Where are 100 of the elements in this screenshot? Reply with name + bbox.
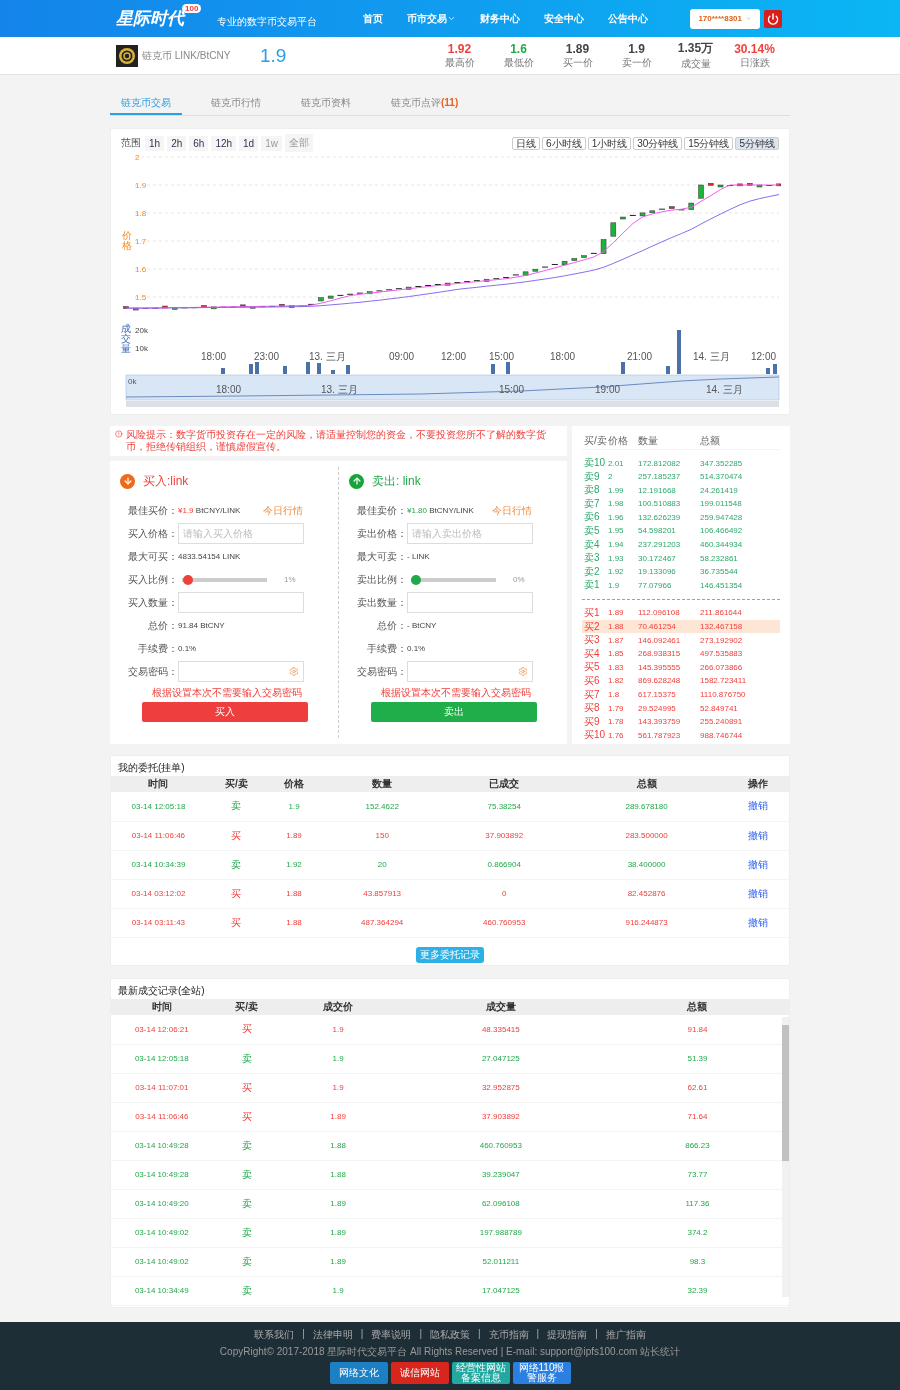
range-button[interactable]: 12h [211, 135, 237, 151]
order-book-row[interactable]: 卖7 1.98 100.510883 199.011548 [582, 496, 780, 511]
cancel-link[interactable]: 撤销 [748, 829, 769, 841]
range-button[interactable]: 6h [189, 135, 209, 151]
order-book-row[interactable]: 卖1 1.9 77.07966 146.451354 [582, 578, 780, 592]
order-book-row[interactable]: 买7 1.8 617.15375 1110.876750 [582, 687, 780, 702]
period-button[interactable]: 6小时线 [542, 136, 586, 150]
slider-thumb[interactable] [411, 574, 421, 585]
order-book-row[interactable]: 卖2 1.92 19.133096 36.735544 [582, 564, 780, 579]
order-book-row[interactable]: 卖10 2.01 172.812082 347.352285 [582, 456, 780, 470]
volume-bar [306, 362, 310, 374]
more-orders-button[interactable]: 更多委托记录 [416, 946, 484, 963]
order-book-row[interactable]: 买9 1.78 143.393759 255.240891 [582, 714, 780, 729]
cancel-link[interactable]: 撤销 [748, 887, 769, 899]
table-cell: 152.4622 [321, 792, 444, 821]
table-cell: 买 [212, 1073, 281, 1102]
scrollbar[interactable] [782, 1017, 789, 1297]
tab[interactable]: 链克币点评(11) [380, 90, 470, 115]
stat-label: 日涨跌 [739, 55, 770, 70]
volume-axis-label: 20k [135, 326, 148, 335]
cancel-link[interactable]: 撤销 [748, 858, 769, 870]
logo[interactable]: 星际时代 [116, 7, 184, 30]
price-cell-text: 2 [608, 472, 614, 482]
period-button[interactable]: 15分钟线 [684, 136, 734, 150]
order-book-row[interactable]: 买8 1.79 29.524995 52.849741 [582, 701, 780, 715]
order-book-row[interactable]: 买6 1.82 869.628248 1582.723411 [582, 673, 780, 688]
candle [737, 183, 743, 187]
chart-scrollbar[interactable] [126, 401, 779, 407]
order-book-row[interactable]: 卖8 1.99 12.191668 24.261419 [582, 483, 780, 497]
price-cell-text: 1.83 [608, 662, 625, 672]
certification-badge[interactable]: 诚信网站 [390, 1362, 449, 1384]
slider-thumb[interactable] [182, 574, 193, 585]
settings-icon[interactable] [518, 666, 528, 677]
order-book-row[interactable]: 买10 1.76 561.787923 988.746744 [582, 728, 780, 742]
amount-input[interactable] [178, 592, 304, 613]
candle [240, 304, 246, 308]
order-book-row[interactable]: 卖3 1.93 30.172467 58.232861 [582, 551, 780, 565]
period-button[interactable]: 30分钟线 [633, 136, 683, 150]
buy-button[interactable]: 买入 [142, 702, 308, 722]
amount-cell-text: 112.096108 [638, 608, 681, 618]
amount-cell-text: 19.133096 [638, 567, 677, 577]
footer-link[interactable]: 隐私政策 [430, 1328, 470, 1342]
order-book-row[interactable]: 买5 1.83 145.395555 266.073866 [582, 660, 780, 674]
tab[interactable]: 链克币交易 [110, 90, 182, 115]
order-book-row[interactable]: 买4 1.85 268.938315 497.535883 [582, 646, 780, 661]
tab[interactable]: 链克币资料 [290, 90, 362, 115]
amount-cell-text: 237.291203 [638, 540, 682, 550]
certification-badge[interactable]: 网络110报警服务 [512, 1362, 571, 1384]
range-button[interactable]: 2h [167, 135, 187, 151]
amount-input[interactable] [407, 592, 533, 613]
table-cell: 买 [205, 879, 267, 908]
side-label: 买1 [584, 605, 601, 620]
market-link[interactable]: 今日行情 [263, 503, 303, 518]
settings-icon[interactable] [289, 666, 299, 677]
nav-item[interactable]: 币市交易 [407, 11, 457, 26]
period-button[interactable]: 日线 [512, 136, 541, 150]
nav-item[interactable]: 财务中心 [480, 11, 521, 26]
certification-badge[interactable]: 经营性网站备案信息 [451, 1362, 510, 1384]
order-book-row[interactable]: 买1 1.89 112.096108 211.861644 [582, 605, 780, 620]
tab[interactable]: 链克币行情 [200, 90, 272, 115]
range-button[interactable]: 1d [239, 135, 259, 151]
table-cell: 1.89 [280, 1189, 396, 1218]
period-button[interactable]: 1小时线 [587, 136, 632, 150]
nav-item[interactable]: 首页 [363, 11, 384, 26]
table-cell: 卖 [212, 1131, 281, 1160]
footer-link[interactable]: 提现指南 [547, 1328, 588, 1342]
order-book-row[interactable]: 买2 1.88 70.461254 132.467158 [582, 619, 780, 634]
order-book-row[interactable]: 卖9 2 257.185237 514.370474 [582, 469, 780, 484]
password-input[interactable] [178, 661, 304, 682]
order-book-row[interactable]: 卖5 1.95 54.598201 106.466492 [582, 523, 780, 538]
period-button[interactable]: 5分钟线 [735, 136, 779, 150]
order-book-row[interactable]: 买3 1.87 146.092461 273.192902 [582, 633, 780, 647]
cancel-link[interactable]: 撤销 [748, 916, 769, 928]
sell-button[interactable]: 卖出 [371, 702, 537, 722]
cancel-link[interactable]: 撤销 [748, 800, 769, 812]
user-menu[interactable]: 170****8301 [690, 8, 760, 29]
price-cell-text: 1.96 [608, 512, 625, 522]
market-link[interactable]: 今日行情 [492, 503, 532, 518]
price-input[interactable]: 请输入卖出价格 [407, 523, 533, 544]
price-cell-text: 1.85 [608, 649, 625, 659]
field-label: 总价： [147, 618, 178, 633]
nav-item[interactable]: 安全中心 [544, 11, 585, 26]
ratio-value: 1% [284, 575, 296, 584]
order-book-row[interactable]: 卖4 1.94 237.291203 460.344934 [582, 537, 780, 552]
footer-link[interactable]: 联系我们 [254, 1328, 295, 1342]
range-button[interactable]: 1h [145, 135, 165, 151]
hint-text: 根据设置本次不需要输入交易密码 [381, 686, 531, 700]
footer-link[interactable]: 费率说明 [371, 1328, 412, 1342]
certification-badge[interactable]: 网络文化 [329, 1362, 388, 1384]
fee-value: 0.1% [178, 644, 197, 653]
footer-link[interactable]: 推广指南 [605, 1328, 646, 1342]
price-input[interactable]: 请输入买入价格 [178, 523, 304, 544]
copyright: CopyRight© 2017-2018 星际时代交易平台 All Rights Reserved | E-mail: support@ipfs100.com 站长统计 [219, 1345, 681, 1359]
logout-button[interactable] [764, 9, 782, 28]
footer-link[interactable]: 充币指南 [488, 1328, 529, 1342]
order-book-row[interactable]: 卖6 1.96 132.626239 259.947428 [582, 510, 780, 524]
volume-axis-label: 10k [135, 344, 148, 353]
nav-item[interactable]: 公告中心 [608, 11, 649, 26]
footer-link[interactable]: 法律申明 [312, 1328, 353, 1342]
password-input[interactable] [407, 661, 533, 682]
